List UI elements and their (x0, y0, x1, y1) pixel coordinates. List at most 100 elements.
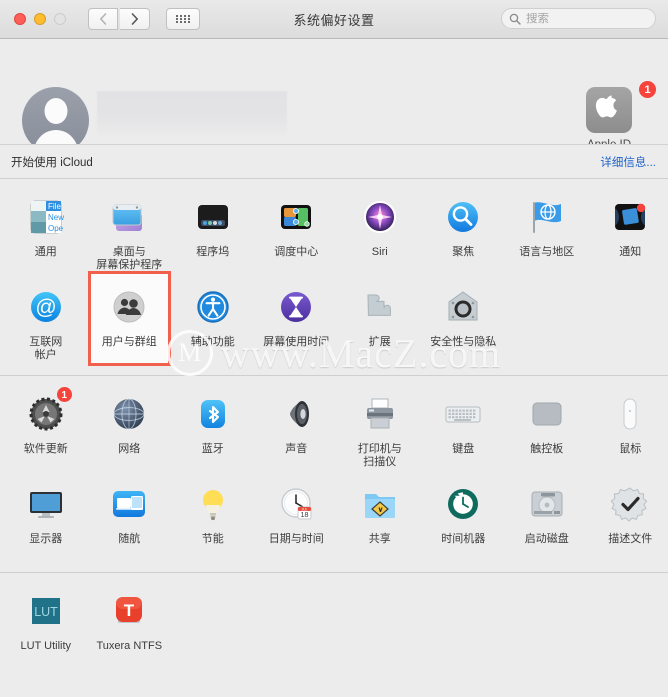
icloud-message: 开始使用 iCloud (11, 156, 93, 169)
pane-printers-scanners[interactable]: 打印机与 扫描仪 (338, 386, 422, 476)
language-region-icon (523, 193, 571, 241)
pane-date-time[interactable]: JUL 18 日期与时间 (255, 476, 339, 566)
screen-time-icon (272, 283, 320, 331)
users-groups-icon (105, 283, 153, 331)
pane-sound[interactable]: 声音 (255, 386, 339, 476)
lightbulb-icon (189, 480, 237, 528)
keyboard-icon (439, 390, 487, 438)
lut-icon-text: LUT (34, 605, 58, 619)
pane-siri[interactable]: Siri (338, 189, 422, 279)
pane-network[interactable]: 网络 (88, 386, 172, 476)
svg-text:New: New (48, 213, 64, 222)
internet-accounts-icon: @ (22, 283, 70, 331)
pane-label: 聚焦 (452, 246, 475, 258)
pane-startup-disk[interactable]: 启动磁盘 (505, 476, 589, 566)
search-icon (509, 13, 521, 25)
pane-label: 显示器 (29, 533, 63, 545)
accessibility-icon (189, 283, 237, 331)
apple-logo-icon (586, 87, 632, 133)
pane-extensions[interactable]: 扩展 (338, 279, 422, 369)
pane-software-update[interactable]: 1 软件更新 (4, 386, 88, 476)
system-preferences-window: 系统偏好设置 1 Apple ID 开始 (0, 0, 668, 697)
back-button[interactable] (88, 8, 118, 30)
grid-icon (175, 15, 191, 23)
pane-keyboard[interactable]: 键盘 (422, 386, 506, 476)
avatar-head-shape (44, 98, 67, 124)
printer-icon (356, 390, 404, 438)
apple-id-pane[interactable]: 1 Apple ID (568, 80, 657, 151)
pane-dock[interactable]: 程序坞 (171, 189, 255, 279)
preference-section-hardware: 1 软件更新 网络 蓝牙 声音 打印机与 扫描仪 键盘 触控板 鼠标 显示器 随… (0, 376, 668, 573)
svg-text:@: @ (35, 296, 56, 319)
lut-utility-icon: LUT (22, 587, 70, 635)
pane-label: 共享 (368, 533, 391, 545)
pane-accessibility[interactable]: 辅助功能 (171, 279, 255, 369)
pane-internet-accounts[interactable]: @ 互联网 帐户 (4, 279, 88, 369)
pane-label: 随航 (118, 533, 141, 545)
apple-glyph-icon (595, 95, 617, 118)
pane-mission-control[interactable]: 调度中心 (255, 189, 339, 279)
pane-label: 节能 (201, 533, 224, 545)
search-field[interactable] (501, 8, 656, 29)
pane-sharing[interactable]: 共享 (338, 476, 422, 566)
pane-displays[interactable]: 显示器 (4, 476, 88, 566)
pane-users-groups[interactable]: 用户与群组 (87, 271, 172, 369)
pane-general[interactable]: File New Ope 通用 (4, 189, 88, 279)
security-privacy-icon (439, 283, 487, 331)
pane-lut-utility[interactable]: LUT LUT Utility (4, 583, 88, 673)
notifications-icon (606, 193, 654, 241)
pane-trackpad[interactable]: 触控板 (505, 386, 589, 476)
pane-tuxera-ntfs[interactable]: T Tuxera NTFS (88, 583, 172, 673)
pane-screen-time[interactable]: 屏幕使用时间 (255, 279, 339, 369)
minimize-button[interactable] (34, 13, 46, 25)
pane-label: LUT Utility (20, 640, 72, 652)
pane-label: 日期与时间 (268, 533, 324, 545)
close-button[interactable] (14, 13, 26, 25)
account-name-redacted (97, 91, 287, 136)
pane-label: 通用 (34, 246, 57, 258)
pane-row-2: @ 互联网 帐户 用户与群组 辅助功能 屏幕使用时间 扩展 安全性与隐私 (0, 271, 668, 369)
maximize-button[interactable] (54, 13, 66, 25)
pane-spotlight[interactable]: 聚焦 (422, 189, 506, 279)
display-icon (22, 480, 70, 528)
pane-energy-saver[interactable]: 节能 (171, 476, 255, 566)
pane-security-privacy[interactable]: 安全性与隐私 (422, 279, 506, 369)
preference-section-personal: File New Ope 通用 桌面与 屏幕保护程序 程序坞 调度中心 Siri… (0, 179, 668, 376)
pane-label: 软件更新 (23, 443, 68, 455)
bluetooth-icon (189, 390, 237, 438)
software-update-icon: 1 (22, 386, 73, 438)
chevron-right-icon (131, 13, 138, 25)
pane-sidecar[interactable]: 随航 (88, 476, 172, 566)
pane-profiles[interactable]: 描述文件 (589, 476, 668, 566)
pane-label: 调度中心 (274, 246, 319, 258)
chevron-left-icon (100, 13, 107, 25)
pane-language-region[interactable]: 语言与地区 (505, 189, 589, 279)
desktop-icon (105, 193, 153, 241)
dock-icon (189, 193, 237, 241)
search-input[interactable] (526, 12, 636, 25)
pane-label: 互联网 帐户 (29, 336, 63, 361)
sound-icon (272, 390, 320, 438)
navigation-buttons (88, 8, 150, 30)
pane-label: Siri (371, 246, 388, 258)
pane-label: 声音 (285, 443, 308, 455)
spotlight-icon (439, 193, 487, 241)
forward-button[interactable] (120, 8, 150, 30)
pane-label: 触控板 (530, 443, 564, 455)
show-all-button[interactable] (166, 8, 200, 30)
pane-row-1: File New Ope 通用 桌面与 屏幕保护程序 程序坞 调度中心 Siri… (0, 189, 668, 279)
clock-calendar-icon: JUL 18 (272, 480, 320, 528)
profiles-badge-icon (606, 480, 654, 528)
network-icon (105, 390, 153, 438)
pane-notifications[interactable]: 通知 (589, 189, 668, 279)
tuxera-icon-text: T (124, 601, 135, 620)
pane-label: 用户与群组 (101, 336, 157, 348)
pane-time-machine[interactable]: 时间机器 (422, 476, 506, 566)
pane-desktop-screensaver[interactable]: 桌面与 屏幕保护程序 (88, 189, 172, 279)
pane-mouse[interactable]: 鼠标 (589, 386, 668, 476)
pane-label: 屏幕使用时间 (263, 336, 330, 348)
pane-row-4: 显示器 随航 节能 JUL 18 日期与时间 共享 时间机器 启动磁盘 描述文件 (0, 476, 668, 566)
pane-label: 打印机与 扫描仪 (357, 443, 402, 468)
icloud-details-link[interactable]: 详细信息... (600, 154, 656, 170)
pane-bluetooth[interactable]: 蓝牙 (171, 386, 255, 476)
